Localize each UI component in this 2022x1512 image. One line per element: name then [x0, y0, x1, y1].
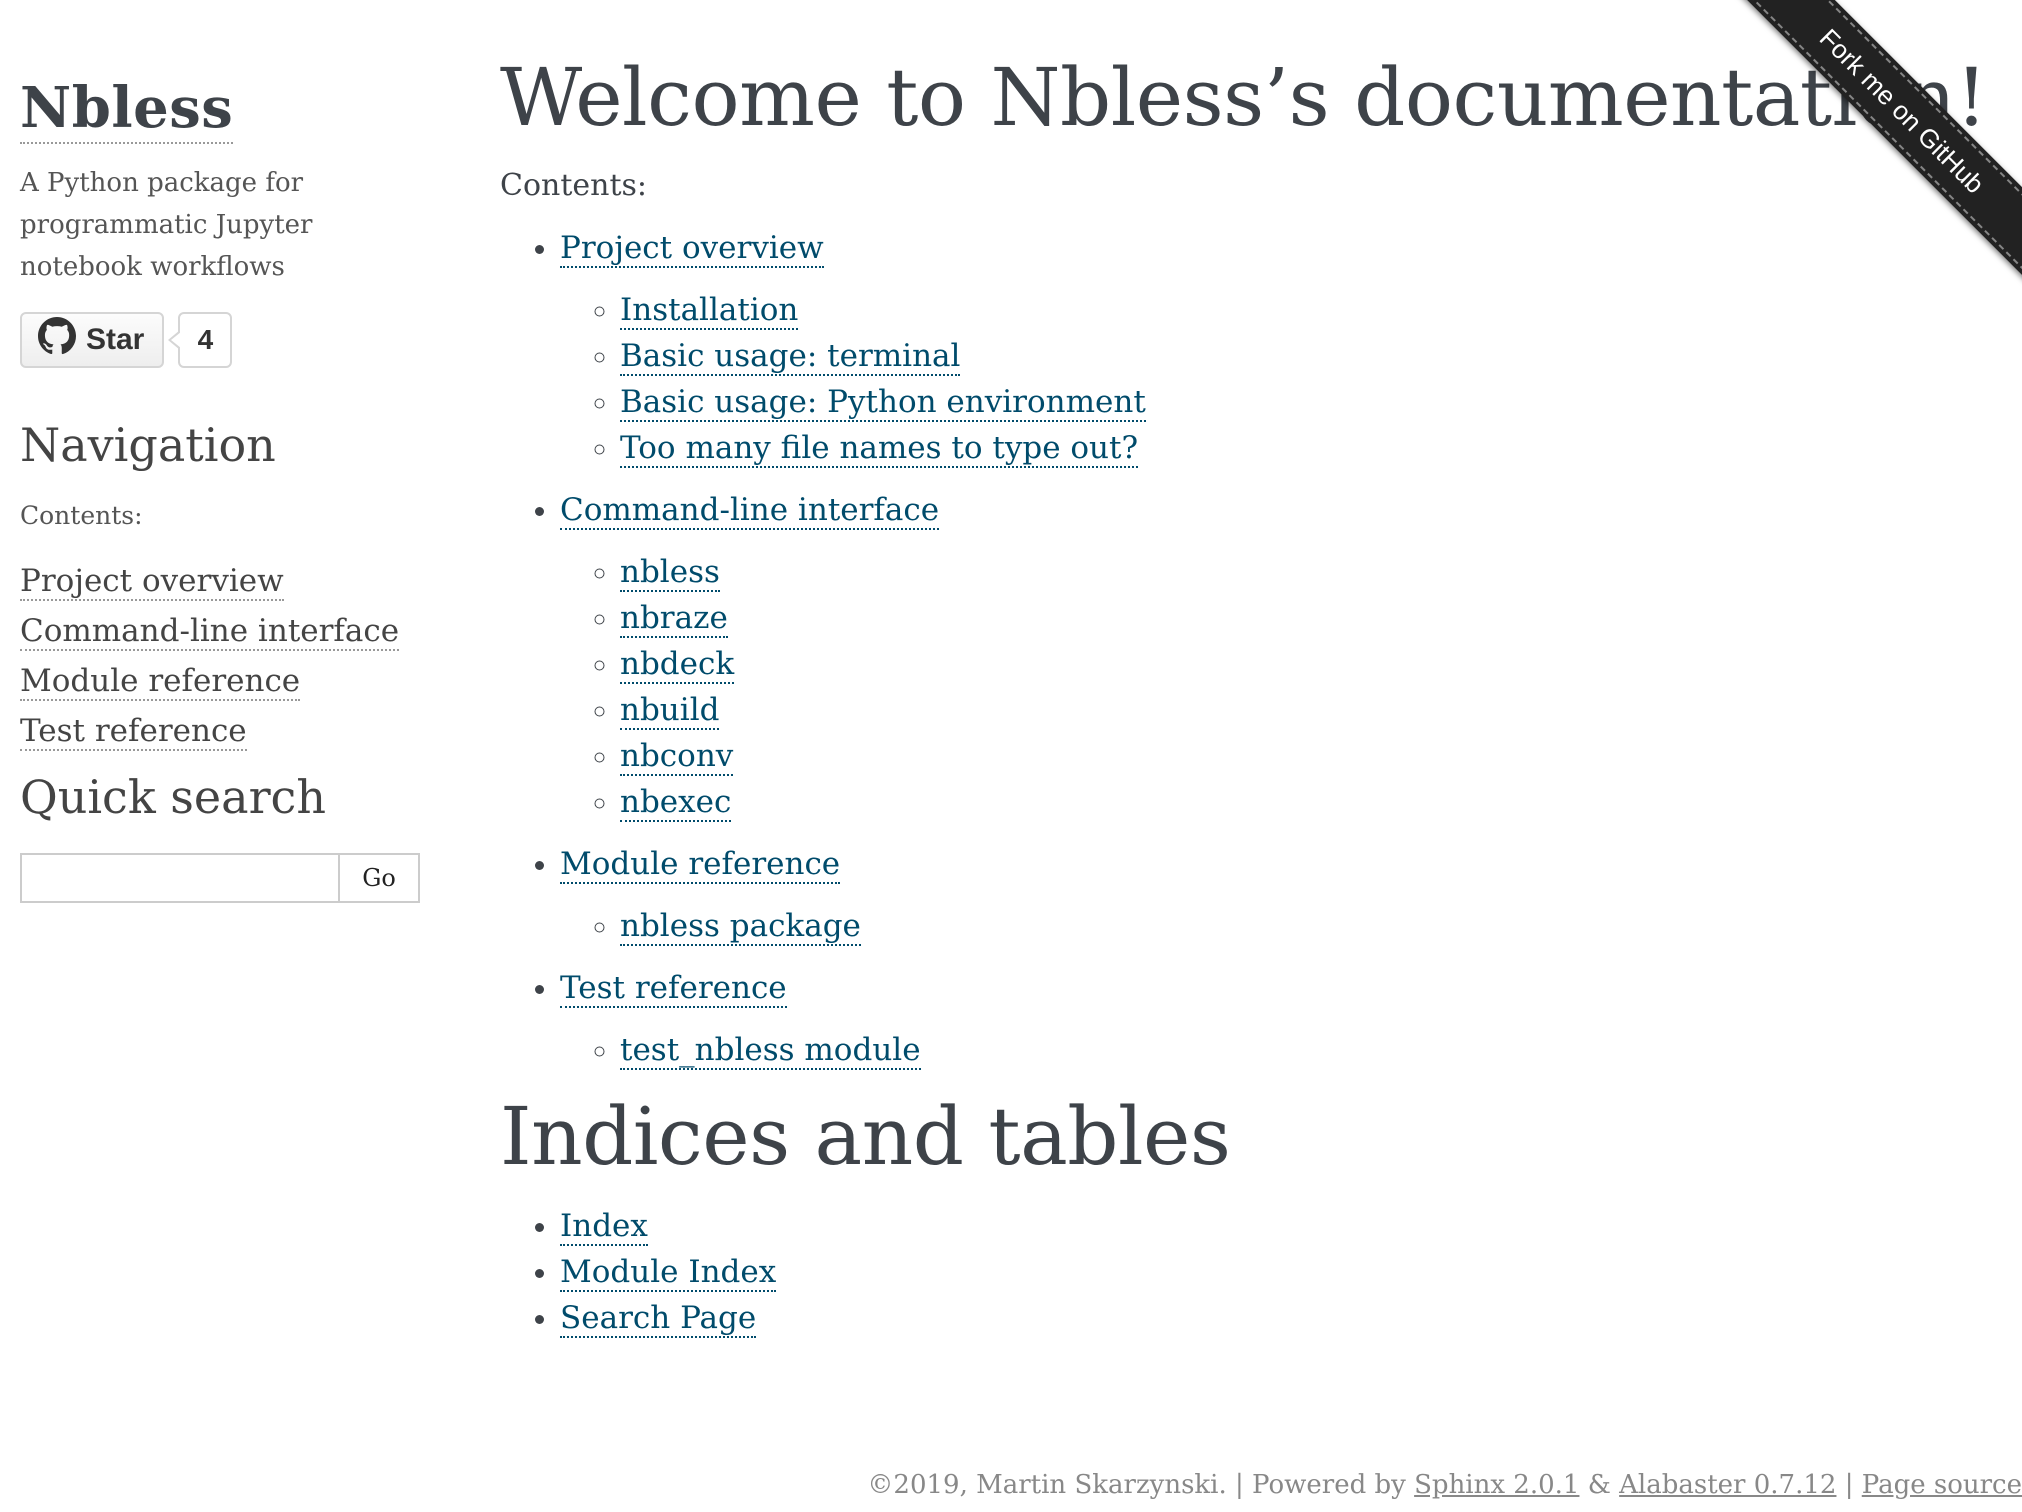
github-star-widget: Star 4: [20, 310, 430, 370]
module-index-link[interactable]: Module Index: [560, 1254, 777, 1292]
toc-item: Command-line interface nbless nbraze nbd…: [560, 487, 1840, 825]
toc-sublist: nbless nbraze nbdeck nbuild nbconv nbexe…: [560, 549, 1840, 825]
sidebar: Nbless A Python package for programmatic…: [20, 77, 430, 903]
toc-subitem: nbdeck: [620, 641, 1840, 687]
toc-link-too-many-file-names[interactable]: Too many file names to type out?: [620, 430, 1139, 468]
contents-caption: Contents:: [500, 168, 648, 203]
search-page-link[interactable]: Search Page: [560, 1300, 757, 1338]
toc-link-basic-usage-python[interactable]: Basic usage: Python environment: [620, 384, 1146, 422]
star-label: Star: [86, 322, 145, 356]
footer-separator: |: [1836, 1470, 1862, 1500]
toc-subitem: Installation: [620, 287, 1840, 333]
indices-item: Module Index: [560, 1249, 1840, 1295]
alabaster-link[interactable]: Alabaster 0.7.12: [1619, 1470, 1836, 1500]
nav-item: Project overview: [20, 556, 430, 606]
github-icon: [38, 316, 76, 363]
toc-subitem: nbraze: [620, 595, 1840, 641]
quick-search-form: Go: [20, 852, 430, 903]
toc-item: Project overview Installation Basic usag…: [560, 225, 1840, 471]
nav-item: Module reference: [20, 656, 430, 706]
page-source-link[interactable]: Page source: [1862, 1470, 2022, 1500]
toc-subitem: test_nbless module: [620, 1027, 1840, 1073]
search-input[interactable]: [20, 852, 338, 903]
toc-link-test-nbless-module[interactable]: test_nbless module: [620, 1032, 921, 1070]
toc-subitem: Too many file names to type out?: [620, 425, 1840, 471]
toc-item: Test reference test_nbless module: [560, 965, 1840, 1073]
nav-link-command-line-interface[interactable]: Command-line interface: [20, 612, 400, 651]
indices-list: Index Module Index Search Page: [500, 1203, 1840, 1341]
toc-link-nbless-package[interactable]: nbless package: [620, 908, 861, 946]
toc-sublist: Installation Basic usage: terminal Basic…: [560, 287, 1840, 471]
toc-link-nbraze[interactable]: nbraze: [620, 600, 728, 638]
indices-heading: Indices and tables: [500, 1090, 1231, 1183]
toc-link-module-reference[interactable]: Module reference: [560, 846, 841, 884]
toc-subitem: nbexec: [620, 779, 1840, 825]
main-content: Welcome to Nbless’s documentation! Conte…: [500, 50, 1987, 1341]
nav-link-test-reference[interactable]: Test reference: [20, 712, 247, 751]
toc-item: Module reference nbless package: [560, 841, 1840, 949]
toc-subitem: nbless: [620, 549, 1840, 595]
toc-sublist: nbless package: [560, 903, 1840, 949]
toc-link-test-reference[interactable]: Test reference: [560, 970, 787, 1008]
star-count-badge[interactable]: 4: [168, 311, 233, 368]
toc-link-basic-usage-terminal[interactable]: Basic usage: terminal: [620, 338, 961, 376]
github-star-button[interactable]: Star: [20, 311, 165, 368]
toc-link-nbuild[interactable]: nbuild: [620, 692, 720, 730]
fork-ribbon-container: Fork me on GitHub: [1722, 0, 2022, 300]
toc-subitem: Basic usage: Python environment: [620, 379, 1840, 425]
nav-link-project-overview[interactable]: Project overview: [20, 562, 284, 601]
nav-link-module-reference[interactable]: Module reference: [20, 662, 301, 701]
fork-me-ribbon[interactable]: Fork me on GitHub: [1722, 0, 2022, 296]
search-go-button[interactable]: Go: [338, 852, 420, 903]
toc-subitem: nbuild: [620, 687, 1840, 733]
toc-subitem: nbless package: [620, 903, 1840, 949]
toc-link-installation[interactable]: Installation: [620, 292, 799, 330]
toc-list: Project overview Installation Basic usag…: [500, 225, 1840, 1073]
indices-item: Search Page: [560, 1295, 1840, 1341]
navigation-list: Project overview Command-line interface …: [20, 556, 430, 756]
index-link[interactable]: Index: [560, 1208, 648, 1246]
navigation-contents-caption: Contents:: [20, 500, 143, 530]
footer-ampersand: &: [1579, 1470, 1620, 1500]
indices-item: Index: [560, 1203, 1840, 1249]
logo-link[interactable]: Nbless: [20, 77, 234, 144]
toc-link-nbdeck[interactable]: nbdeck: [620, 646, 735, 684]
sphinx-link[interactable]: Sphinx 2.0.1: [1414, 1470, 1579, 1500]
toc-link-nbexec[interactable]: nbexec: [620, 784, 732, 822]
nav-item: Command-line interface: [20, 606, 430, 656]
footer-copyright: ©2019, Martin Skarzynski.: [867, 1470, 1227, 1500]
footer-separator: | Powered by: [1226, 1470, 1415, 1500]
quick-search-heading: Quick search: [20, 769, 326, 824]
toc-subitem: nbconv: [620, 733, 1840, 779]
toc-link-command-line-interface[interactable]: Command-line interface: [560, 492, 940, 530]
toc-subitem: Basic usage: terminal: [620, 333, 1840, 379]
toc-sublist: test_nbless module: [560, 1027, 1840, 1073]
toc-link-nbconv[interactable]: nbconv: [620, 738, 734, 776]
toc-link-nbless[interactable]: nbless: [620, 554, 720, 592]
nav-item: Test reference: [20, 706, 430, 756]
page-title: Welcome to Nbless’s documentation!: [500, 51, 1987, 144]
project-tagline: A Python package for programmatic Jupyte…: [20, 167, 313, 282]
navigation-heading: Navigation: [20, 417, 276, 472]
toc-link-project-overview[interactable]: Project overview: [560, 230, 824, 268]
footer: ©2019, Martin Skarzynski. | Powered by S…: [867, 1470, 2022, 1500]
